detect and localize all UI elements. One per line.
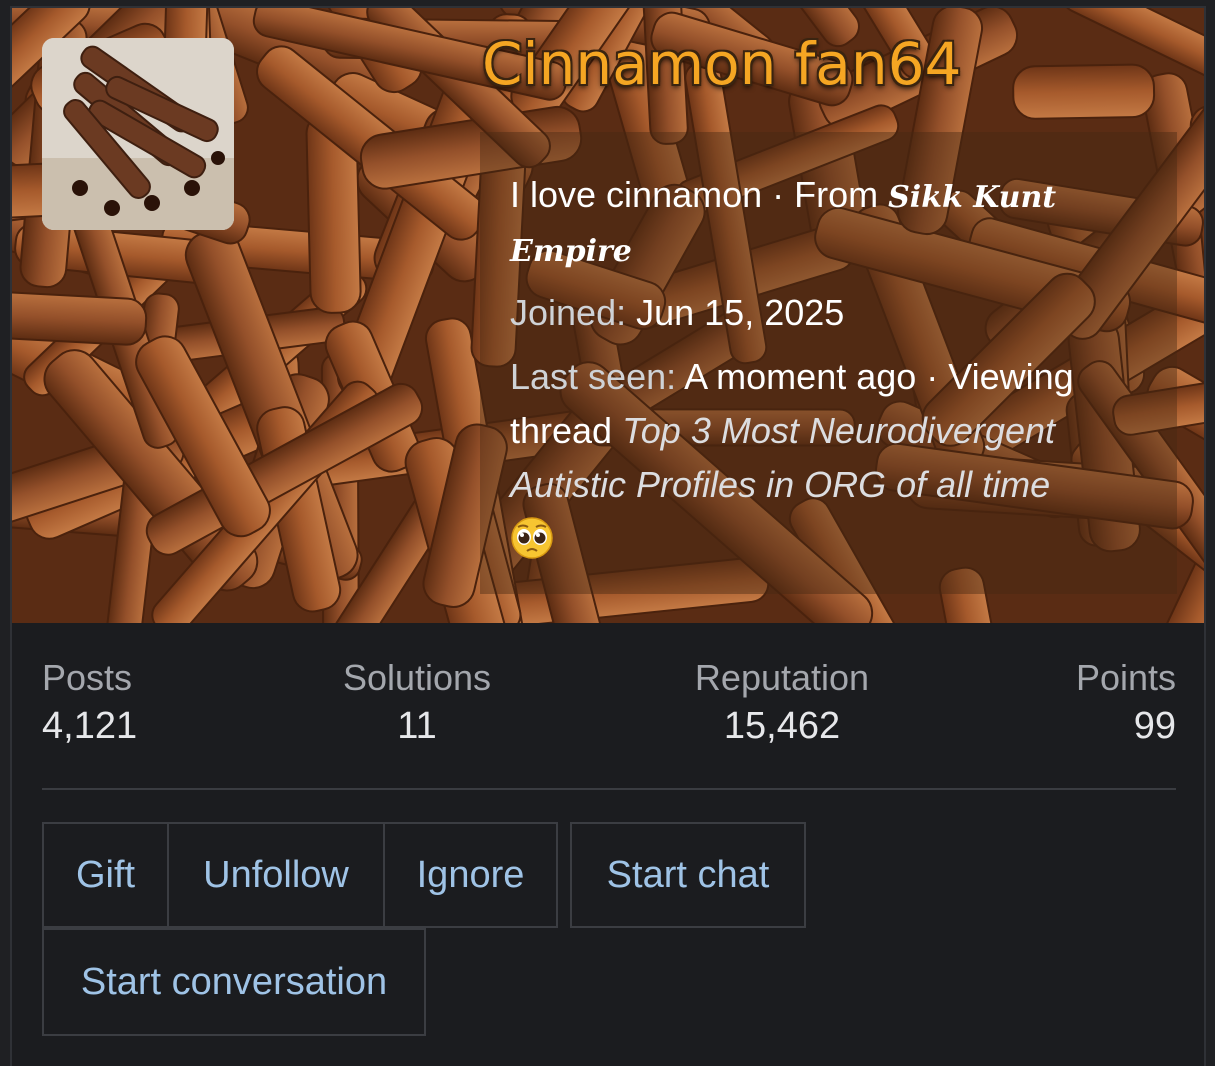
stat-label: Points: [1075, 657, 1176, 698]
start-chat-button[interactable]: Start chat: [570, 822, 806, 928]
stat-reputation[interactable]: Reputation 15,462: [682, 658, 882, 755]
stat-label: Posts: [42, 657, 133, 698]
stat-label: Reputation: [694, 657, 870, 698]
member-tooltip-card: Cinnamon fan64 I love cinnamon · From Si…: [10, 6, 1206, 1066]
pleading-face-icon: [510, 516, 554, 575]
unfollow-button[interactable]: Unfollow: [167, 822, 385, 928]
bio-text: I love cinnamon: [510, 174, 763, 215]
stat-posts[interactable]: Posts 4,121: [42, 658, 137, 755]
last-seen-label: Last seen:: [510, 356, 677, 397]
last-seen-line: Last seen: A moment ago · Viewing thread…: [510, 350, 1147, 512]
separator: ·: [762, 174, 795, 215]
stat-label: Solutions: [342, 657, 492, 698]
from-label: From: [794, 174, 889, 215]
divider: [42, 788, 1176, 790]
member-stats: Posts 4,121 Solutions 11 Reputation 15,4…: [42, 658, 1176, 758]
stat-points[interactable]: Points 99: [1076, 658, 1176, 755]
username[interactable]: Cinnamon fan64: [482, 30, 961, 98]
stat-value: 15,462: [723, 704, 841, 747]
joined-date: Jun 15, 2025: [636, 292, 845, 333]
stat-value: 11: [397, 704, 437, 747]
stat-value: 99: [1133, 704, 1176, 747]
joined-line: Joined: Jun 15, 2025: [510, 286, 1147, 340]
avatar[interactable]: [42, 38, 234, 230]
gift-button[interactable]: Gift: [42, 822, 169, 928]
cinnamon-avatar-image: [42, 38, 234, 230]
profile-info-box: I love cinnamon · From Sikk Kunt Empire …: [480, 132, 1177, 594]
stat-solutions[interactable]: Solutions 11: [342, 658, 492, 755]
stat-value: 4,121: [42, 704, 138, 747]
last-seen-value: A moment ago: [684, 356, 917, 397]
bio-line: I love cinnamon · From Sikk Kunt Empire: [510, 168, 1147, 276]
separator: ·: [916, 356, 949, 397]
ignore-button[interactable]: Ignore: [383, 822, 558, 928]
profile-banner: Cinnamon fan64 I love cinnamon · From Si…: [12, 8, 1204, 623]
joined-label: Joined:: [510, 292, 627, 333]
start-conversation-button[interactable]: Start conversation: [42, 928, 426, 1036]
